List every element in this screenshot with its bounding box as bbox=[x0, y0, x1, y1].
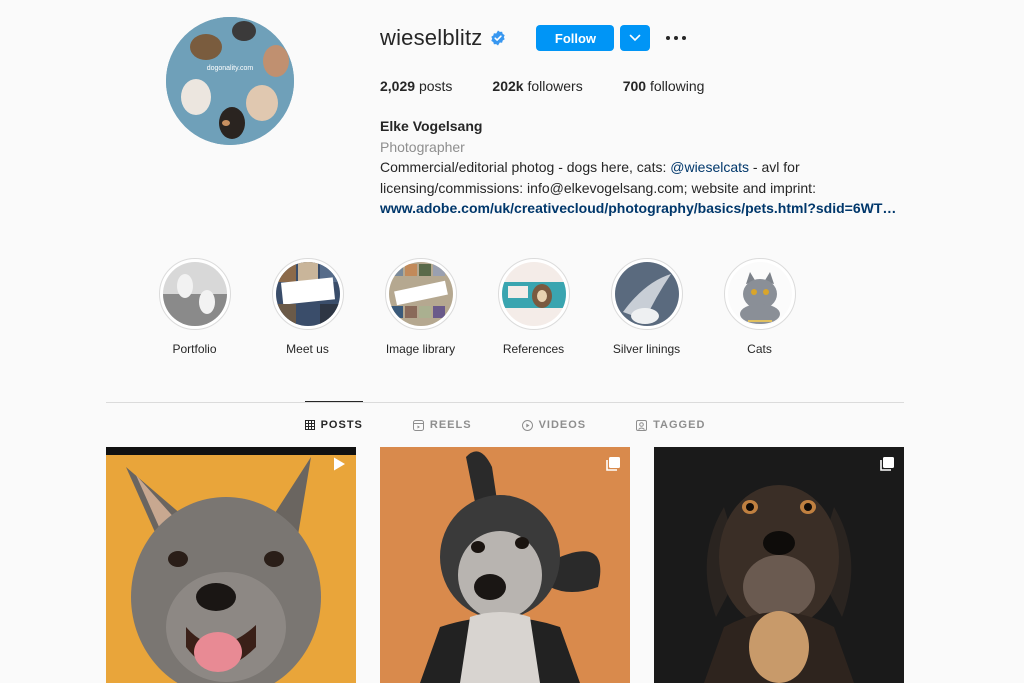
profile-category: Photographer bbox=[380, 138, 465, 155]
carousel-icon bbox=[606, 457, 620, 471]
collage-thumbnail-icon bbox=[275, 262, 340, 326]
tab-label: POSTS bbox=[320, 418, 363, 431]
reels-icon bbox=[412, 419, 424, 431]
highlight-references[interactable]: References bbox=[477, 258, 590, 356]
tagged-icon bbox=[636, 419, 648, 431]
chevron-down-icon bbox=[630, 34, 641, 42]
cat-thumbnail-icon bbox=[727, 262, 792, 326]
highlight-meet-us[interactable]: Meet us bbox=[251, 258, 364, 356]
highlight-label: Cats bbox=[747, 342, 772, 356]
followers-count: 202k bbox=[492, 78, 524, 94]
play-icon bbox=[334, 457, 345, 471]
post-image-grey-terrier bbox=[380, 447, 630, 683]
tab-videos[interactable]: VIDEOS bbox=[521, 402, 587, 448]
highlight-label: Silver linings bbox=[612, 342, 681, 356]
post-tile[interactable] bbox=[380, 447, 630, 683]
post-tile[interactable] bbox=[654, 447, 904, 683]
profile-bio: Elke Vogelsang Photographer Commercial/e… bbox=[380, 116, 940, 219]
bio-line-1: Commercial/editorial photog - dogs here,… bbox=[380, 157, 940, 178]
posts-label: posts bbox=[418, 78, 453, 94]
more-options-icon bbox=[666, 36, 687, 40]
highlight-label: Image library bbox=[385, 342, 456, 356]
highlight-silver-linings[interactable]: Silver linings bbox=[590, 258, 703, 356]
tab-label: VIDEOS bbox=[538, 419, 587, 431]
followers-label: followers bbox=[527, 78, 583, 94]
video-icon bbox=[521, 419, 533, 431]
highlight-label: Meet us bbox=[286, 342, 329, 356]
highlight-label: References bbox=[502, 342, 565, 356]
stat-followers[interactable]: 202k followers bbox=[492, 78, 582, 94]
suggested-accounts-button[interactable] bbox=[620, 25, 651, 51]
highlight-image-library[interactable]: Image library bbox=[364, 258, 477, 356]
bio-text-suffix: - avl for bbox=[749, 159, 800, 175]
highlight-portfolio[interactable]: Portfolio bbox=[138, 258, 251, 356]
image-grid-thumbnail-icon bbox=[388, 262, 453, 326]
profile-username: wieselblitz bbox=[380, 25, 483, 50]
full-name: Elke Vogelsang bbox=[380, 118, 483, 134]
verified-badge-icon bbox=[490, 30, 506, 46]
tab-posts[interactable]: POSTS bbox=[304, 401, 363, 447]
tab-label: REELS bbox=[429, 419, 472, 431]
bio-text: Commercial/editorial photog - dogs here,… bbox=[380, 159, 671, 175]
avatar-logo-text: dogonality.com bbox=[207, 65, 254, 72]
carousel-icon bbox=[880, 457, 894, 471]
website-link[interactable]: www.adobe.com/uk/creativecloud/photograp… bbox=[380, 198, 900, 219]
tab-label: TAGGED bbox=[653, 419, 706, 431]
profile-tabs: POSTS REELS VIDEOS TAGGED bbox=[106, 401, 904, 448]
options-button[interactable] bbox=[664, 26, 688, 50]
silver-dog-thumbnail-icon bbox=[614, 262, 679, 326]
follow-button[interactable]: Follow bbox=[536, 25, 615, 51]
mention-link[interactable]: @wieselcats bbox=[670, 159, 749, 175]
post-image-cattle-dog bbox=[106, 447, 356, 683]
magazine-thumbnail-icon bbox=[501, 262, 566, 326]
post-image-black-tan-dog bbox=[654, 447, 904, 683]
posts-grid bbox=[106, 447, 928, 683]
following-count: 700 bbox=[622, 78, 647, 94]
bio-line-2: licensing/commissions: info@elkevogelsan… bbox=[380, 179, 816, 196]
grid-icon bbox=[304, 419, 315, 430]
posts-count: 2,029 bbox=[380, 78, 416, 94]
highlight-cats[interactable]: Cats bbox=[703, 258, 816, 356]
dog-mirror-thumbnail-icon bbox=[162, 262, 227, 326]
profile-avatar[interactable]: dogonality.com bbox=[166, 17, 294, 145]
post-tile[interactable] bbox=[106, 447, 356, 683]
tab-reels[interactable]: REELS bbox=[412, 402, 472, 448]
highlight-label: Portfolio bbox=[172, 342, 217, 356]
stat-posts: 2,029 posts bbox=[380, 78, 452, 94]
story-highlights: Portfolio Meet us Image library Referenc… bbox=[138, 258, 816, 356]
following-label: following bbox=[649, 78, 705, 94]
profile-stats: 2,029 posts 202k followers 700 following bbox=[380, 78, 744, 94]
stat-following[interactable]: 700 following bbox=[623, 78, 705, 94]
tab-tagged[interactable]: TAGGED bbox=[636, 402, 705, 448]
